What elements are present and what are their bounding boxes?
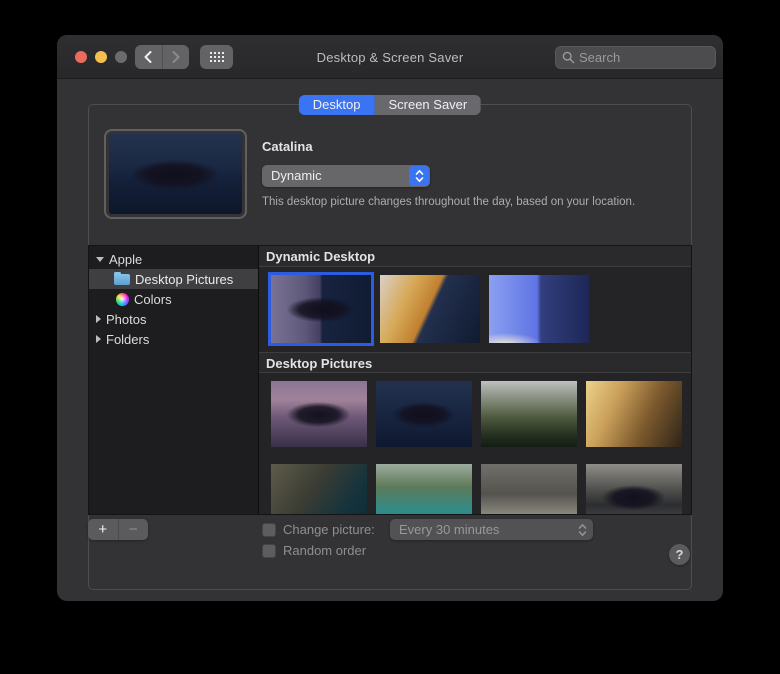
dynamic-desktop-row bbox=[259, 267, 691, 352]
title-bar: Desktop & Screen Saver bbox=[57, 35, 723, 79]
preferences-window: Desktop & Screen Saver Search Desktop Sc… bbox=[57, 35, 723, 601]
tab-desktop[interactable]: Desktop bbox=[298, 95, 375, 115]
thumbnail-green-coastline[interactable] bbox=[376, 464, 472, 514]
desktop-pictures-row-2 bbox=[259, 456, 691, 514]
grid-icon bbox=[209, 51, 224, 62]
thumbnail-catalina-sunset-cliffs[interactable] bbox=[586, 381, 682, 447]
tab-bar: Desktop Screen Saver bbox=[298, 95, 482, 115]
popup-stepper-disabled bbox=[572, 520, 592, 539]
random-order-label: Random order bbox=[283, 543, 367, 558]
section-header-dynamic-desktop: Dynamic Desktop bbox=[259, 246, 691, 267]
up-down-chevrons-icon bbox=[578, 523, 586, 536]
sidebar-item-label: Desktop Pictures bbox=[135, 271, 234, 287]
thumbnail-pane: Dynamic Desktop Desktop Pictures bbox=[259, 246, 691, 514]
forward-button[interactable] bbox=[162, 45, 189, 69]
search-field[interactable] bbox=[555, 46, 716, 69]
sidebar-item-desktop-pictures[interactable]: Desktop Pictures bbox=[89, 269, 258, 289]
desktop-pictures-row-1 bbox=[259, 373, 691, 456]
show-all-button[interactable] bbox=[200, 45, 233, 69]
chevron-right-icon bbox=[172, 51, 180, 63]
remove-folder-button[interactable]: − bbox=[117, 519, 149, 540]
random-order-row: Random order bbox=[262, 543, 366, 558]
random-order-checkbox[interactable] bbox=[262, 543, 276, 558]
thumbnail-island-storm[interactable] bbox=[586, 464, 682, 514]
thumbnail-catalina-cliffs[interactable] bbox=[481, 381, 577, 447]
disclosure-down-icon[interactable] bbox=[96, 256, 104, 262]
sidebar-item-label: Folders bbox=[106, 331, 150, 347]
wallpaper-info: Catalina Dynamic This desktop picture ch… bbox=[262, 139, 682, 208]
thumbnail-catalina-night[interactable] bbox=[376, 381, 472, 447]
colors-sphere-icon bbox=[116, 292, 129, 306]
change-picture-label: Change picture: bbox=[283, 522, 375, 537]
section-header-desktop-pictures: Desktop Pictures bbox=[259, 352, 691, 373]
search-input[interactable] bbox=[579, 50, 709, 65]
chevron-left-icon bbox=[144, 51, 152, 63]
wallpaper-preview-frame bbox=[104, 129, 247, 219]
wallpaper-description: This desktop picture changes throughout … bbox=[262, 196, 636, 208]
navigation-buttons bbox=[135, 45, 189, 69]
folder-icon bbox=[114, 272, 130, 285]
back-button[interactable] bbox=[135, 45, 163, 69]
thumbnail-mojave-dynamic[interactable] bbox=[380, 275, 480, 343]
up-down-chevrons-icon bbox=[415, 169, 423, 182]
add-folder-button[interactable]: + bbox=[88, 519, 118, 540]
picture-browser-panel: Apple Desktop Pictures Colors Photos Fol… bbox=[88, 245, 692, 515]
dynamic-mode-popup[interactable]: Dynamic bbox=[262, 165, 430, 187]
change-picture-checkbox[interactable] bbox=[262, 522, 276, 537]
thumbnail-catalina-dynamic[interactable] bbox=[271, 275, 371, 343]
source-list: Apple Desktop Pictures Colors Photos Fol… bbox=[89, 246, 259, 514]
thumbnail-rock-formation[interactable] bbox=[271, 464, 367, 514]
sidebar-item-label: Apple bbox=[109, 251, 143, 267]
tab-screen-saver[interactable]: Screen Saver bbox=[374, 95, 482, 115]
sidebar-item-apple[interactable]: Apple bbox=[89, 249, 258, 269]
dynamic-mode-value: Dynamic bbox=[271, 168, 322, 183]
zoom-button[interactable] bbox=[115, 51, 127, 63]
close-button[interactable] bbox=[75, 51, 87, 63]
change-picture-row: Change picture: bbox=[262, 522, 375, 537]
sidebar-item-photos[interactable]: Photos bbox=[89, 309, 258, 329]
help-button[interactable]: ? bbox=[669, 544, 690, 565]
popup-stepper bbox=[409, 166, 429, 186]
sidebar-item-colors[interactable]: Colors bbox=[89, 289, 258, 309]
minimize-button[interactable] bbox=[95, 51, 107, 63]
sidebar-item-folders[interactable]: Folders bbox=[89, 329, 258, 349]
disclosure-right-icon[interactable] bbox=[96, 315, 101, 323]
disclosure-right-icon[interactable] bbox=[96, 335, 101, 343]
interval-value: Every 30 minutes bbox=[399, 522, 500, 537]
sidebar-item-label: Colors bbox=[134, 291, 172, 307]
wallpaper-preview-image bbox=[109, 134, 242, 214]
thumbnail-catalina-day[interactable] bbox=[271, 381, 367, 447]
wallpaper-name: Catalina bbox=[262, 139, 313, 154]
thumbnail-stormy-sea[interactable] bbox=[481, 464, 577, 514]
search-icon bbox=[562, 51, 575, 64]
add-remove-buttons: + − bbox=[88, 519, 148, 540]
thumbnail-solid-gradient-dynamic[interactable] bbox=[489, 275, 589, 343]
interval-popup[interactable]: Every 30 minutes bbox=[390, 519, 593, 540]
sidebar-item-label: Photos bbox=[106, 311, 147, 327]
